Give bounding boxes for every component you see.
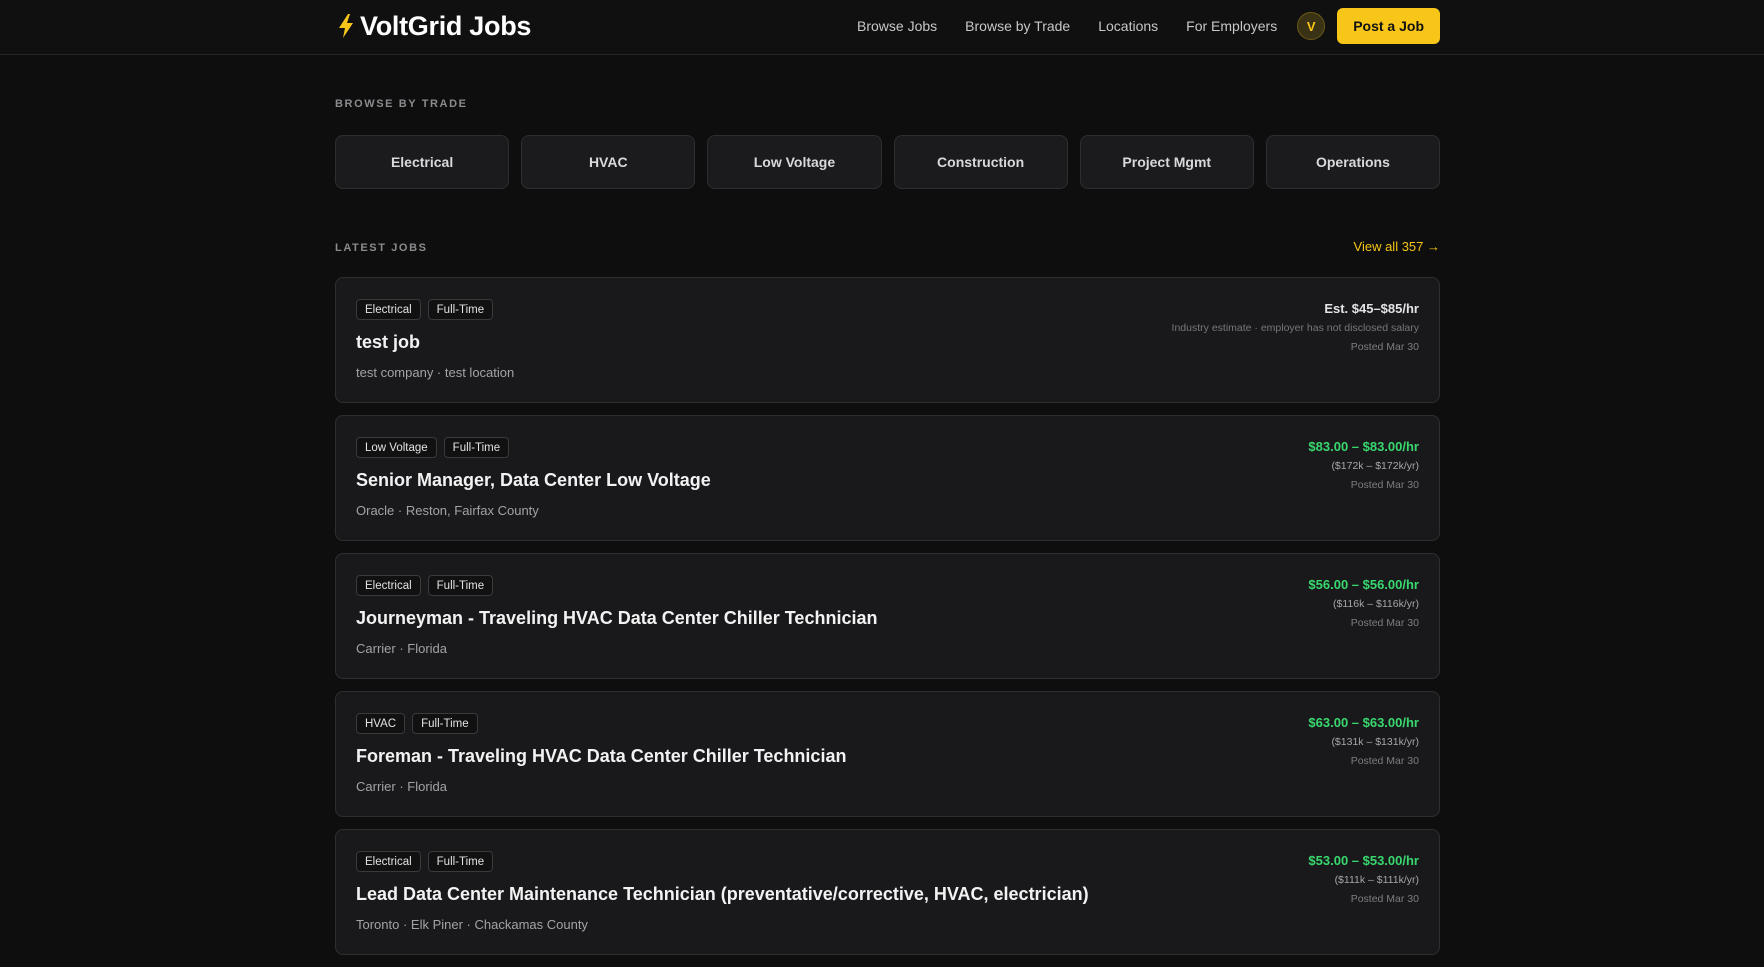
trade-tag: Electrical — [356, 851, 421, 872]
employment-type-tag: Full-Time — [427, 575, 494, 596]
job-pay: $63.00 – $63.00/hr ($131k – $131k/yr) Po… — [1308, 714, 1419, 769]
posted-date: Posted Mar 30 — [1350, 893, 1419, 905]
job-tags: Electrical Full-Time — [356, 851, 494, 872]
job-title[interactable]: Foreman - Traveling HVAC Data Center Chi… — [356, 746, 846, 767]
trade-tiles: Electrical HVAC Low Voltage Construction… — [335, 135, 1441, 189]
main-nav: Browse Jobs Browse by Trade Locations Fo… — [857, 8, 1440, 44]
annual-pay: ($172k – $172k/yr) — [1331, 460, 1419, 472]
job-company-location: Oracle · Reston, Fairfax County — [356, 503, 539, 518]
job-pay: Est. $45–$85/hr Industry estimate · empl… — [1172, 300, 1419, 355]
job-company-location: test company · test location — [356, 365, 515, 380]
trade-tile-hvac[interactable]: HVAC — [521, 135, 696, 189]
annual-pay: ($131k – $131k/yr) — [1331, 736, 1419, 748]
posted-date: Posted Mar 30 — [1350, 755, 1419, 767]
employment-type-tag: Full-Time — [427, 299, 494, 320]
pay-note: Industry estimate · employer has not dis… — [1171, 322, 1419, 334]
trade-tile-electrical[interactable]: Electrical — [335, 135, 510, 189]
job-title[interactable]: Lead Data Center Maintenance Technician … — [356, 884, 1089, 905]
job-card[interactable]: Electrical Full-Time Journeyman - Travel… — [335, 553, 1440, 679]
trade-tile-construction[interactable]: Construction — [893, 135, 1068, 189]
post-job-button[interactable]: Post a Job — [1337, 8, 1440, 44]
annual-pay: ($111k – $111k/yr) — [1334, 874, 1419, 886]
pay-range: $53.00 – $53.00/hr — [1308, 853, 1419, 868]
pay-range: $63.00 – $63.00/hr — [1308, 715, 1419, 730]
job-pay: $56.00 – $56.00/hr ($116k – $116k/yr) Po… — [1308, 576, 1419, 631]
job-list: Electrical Full-Time test job test compa… — [335, 277, 1440, 967]
pay-range: Est. $45–$85/hr — [1324, 301, 1419, 316]
posted-date: Posted Mar 30 — [1350, 341, 1419, 353]
trade-tag: Electrical — [356, 575, 421, 596]
pay-range: $83.00 – $83.00/hr — [1308, 439, 1419, 454]
lightning-bolt-icon — [338, 14, 354, 38]
trade-tag: HVAC — [356, 713, 406, 734]
trade-tile-project-mgmt[interactable]: Project Mgmt — [1079, 135, 1254, 189]
job-card[interactable]: Low Voltage Full-Time Senior Manager, Da… — [335, 415, 1440, 541]
employment-type-tag: Full-Time — [412, 713, 478, 734]
employment-type-tag: Full-Time — [443, 437, 510, 458]
job-card[interactable]: Electrical Full-Time test job test compa… — [335, 277, 1440, 403]
trade-tile-operations[interactable]: Operations — [1265, 135, 1441, 189]
job-company-location: Carrier · Florida — [356, 779, 448, 794]
view-all-jobs-link[interactable]: View all 357 → — [1354, 239, 1440, 254]
trade-tag: Electrical — [356, 299, 421, 320]
job-title[interactable]: Journeyman - Traveling HVAC Data Center … — [356, 608, 877, 629]
job-card[interactable]: Electrical Full-Time Lead Data Center Ma… — [335, 829, 1440, 955]
logo[interactable]: VoltGrid Jobs — [338, 10, 531, 42]
nav-for-employers[interactable]: For Employers — [1186, 18, 1277, 34]
trade-tile-low-voltage[interactable]: Low Voltage — [707, 135, 882, 189]
posted-date: Posted Mar 30 — [1350, 479, 1419, 491]
job-tags: Electrical Full-Time — [356, 299, 494, 320]
top-header: VoltGrid Jobs Browse Jobs Browse by Trad… — [0, 0, 1764, 55]
job-tags: Electrical Full-Time — [356, 575, 494, 596]
posted-date: Posted Mar 30 — [1350, 617, 1419, 629]
user-avatar[interactable]: V — [1297, 12, 1326, 40]
pay-range: $56.00 – $56.00/hr — [1308, 577, 1419, 592]
job-tags: HVAC Full-Time — [356, 713, 478, 734]
nav-locations[interactable]: Locations — [1098, 18, 1158, 34]
logo-text: VoltGrid Jobs — [360, 11, 532, 41]
job-company-location: Carrier · Florida — [356, 641, 448, 656]
job-tags: Low Voltage Full-Time — [356, 437, 510, 458]
job-title[interactable]: test job — [356, 332, 420, 353]
job-card[interactable]: HVAC Full-Time Foreman - Traveling HVAC … — [335, 691, 1440, 817]
browse-by-trade-heading: BROWSE BY TRADE — [335, 98, 468, 110]
job-pay: $53.00 – $53.00/hr ($111k – $111k/yr) Po… — [1308, 852, 1419, 907]
job-title[interactable]: Senior Manager, Data Center Low Voltage — [356, 470, 711, 491]
nav-browse-by-trade[interactable]: Browse by Trade — [965, 18, 1070, 34]
latest-jobs-heading: LATEST JOBS — [335, 242, 428, 254]
job-company-location: Toronto · Elk Piner · Chackamas County — [356, 917, 588, 932]
nav-browse-jobs[interactable]: Browse Jobs — [857, 18, 937, 34]
job-pay: $83.00 – $83.00/hr ($172k – $172k/yr) Po… — [1308, 438, 1419, 493]
annual-pay: ($116k – $116k/yr) — [1333, 598, 1419, 610]
employment-type-tag: Full-Time — [427, 851, 494, 872]
trade-tag: Low Voltage — [356, 437, 437, 458]
